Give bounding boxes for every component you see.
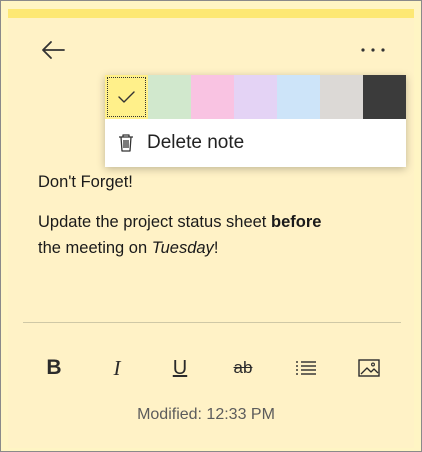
arrow-left-icon: [42, 41, 65, 59]
note-italic-text: Tuesday: [151, 239, 214, 257]
note-options-menu: Delete note: [105, 75, 406, 167]
more-horizontal-icon: [361, 48, 385, 52]
swatch-pink[interactable]: [191, 75, 234, 119]
more-options-button[interactable]: [355, 35, 391, 65]
image-icon: [358, 359, 380, 377]
bold-button[interactable]: B: [35, 349, 73, 387]
swatch-green[interactable]: [148, 75, 191, 119]
swatch-yellow[interactable]: [105, 75, 148, 119]
back-button[interactable]: [37, 35, 69, 65]
note-color-strip: [8, 9, 414, 18]
swatch-purple[interactable]: [234, 75, 277, 119]
italic-button[interactable]: I: [98, 349, 136, 387]
note-text: !: [213, 239, 219, 257]
note-line: the meeting on Tuesday!: [38, 235, 388, 261]
note-text: Don't Forget!: [38, 173, 133, 191]
note-line: Don't Forget!: [38, 169, 388, 195]
sticky-note-window: Delete note Don't Forget! Update the pro…: [0, 0, 422, 452]
modified-timestamp: Modified: 12:33 PM: [137, 406, 275, 423]
note-text: the meeting on: [38, 239, 152, 257]
delete-note-label: Delete note: [147, 132, 245, 153]
note-line: Update the project status sheet before: [38, 209, 388, 235]
trash-icon: [115, 132, 137, 154]
swatch-blue[interactable]: [277, 75, 320, 119]
checkmark-icon: [118, 91, 135, 103]
toolbar-divider: [23, 322, 401, 323]
bullet-list-button[interactable]: [287, 349, 325, 387]
color-swatch-row: [105, 75, 406, 119]
underline-button[interactable]: U: [161, 349, 199, 387]
format-toolbar: B I U ab: [23, 349, 401, 387]
note-content[interactable]: Don't Forget! Update the project status …: [38, 169, 388, 261]
note-bold-text: before: [270, 213, 322, 231]
bullet-list-icon: [296, 361, 316, 375]
insert-image-button[interactable]: [350, 349, 388, 387]
swatch-charcoal[interactable]: [363, 75, 406, 119]
note-text: Update the project status sheet: [38, 213, 271, 231]
swatch-gray[interactable]: [320, 75, 363, 119]
delete-note-button[interactable]: Delete note: [105, 119, 406, 167]
strikethrough-button[interactable]: ab: [224, 349, 262, 387]
